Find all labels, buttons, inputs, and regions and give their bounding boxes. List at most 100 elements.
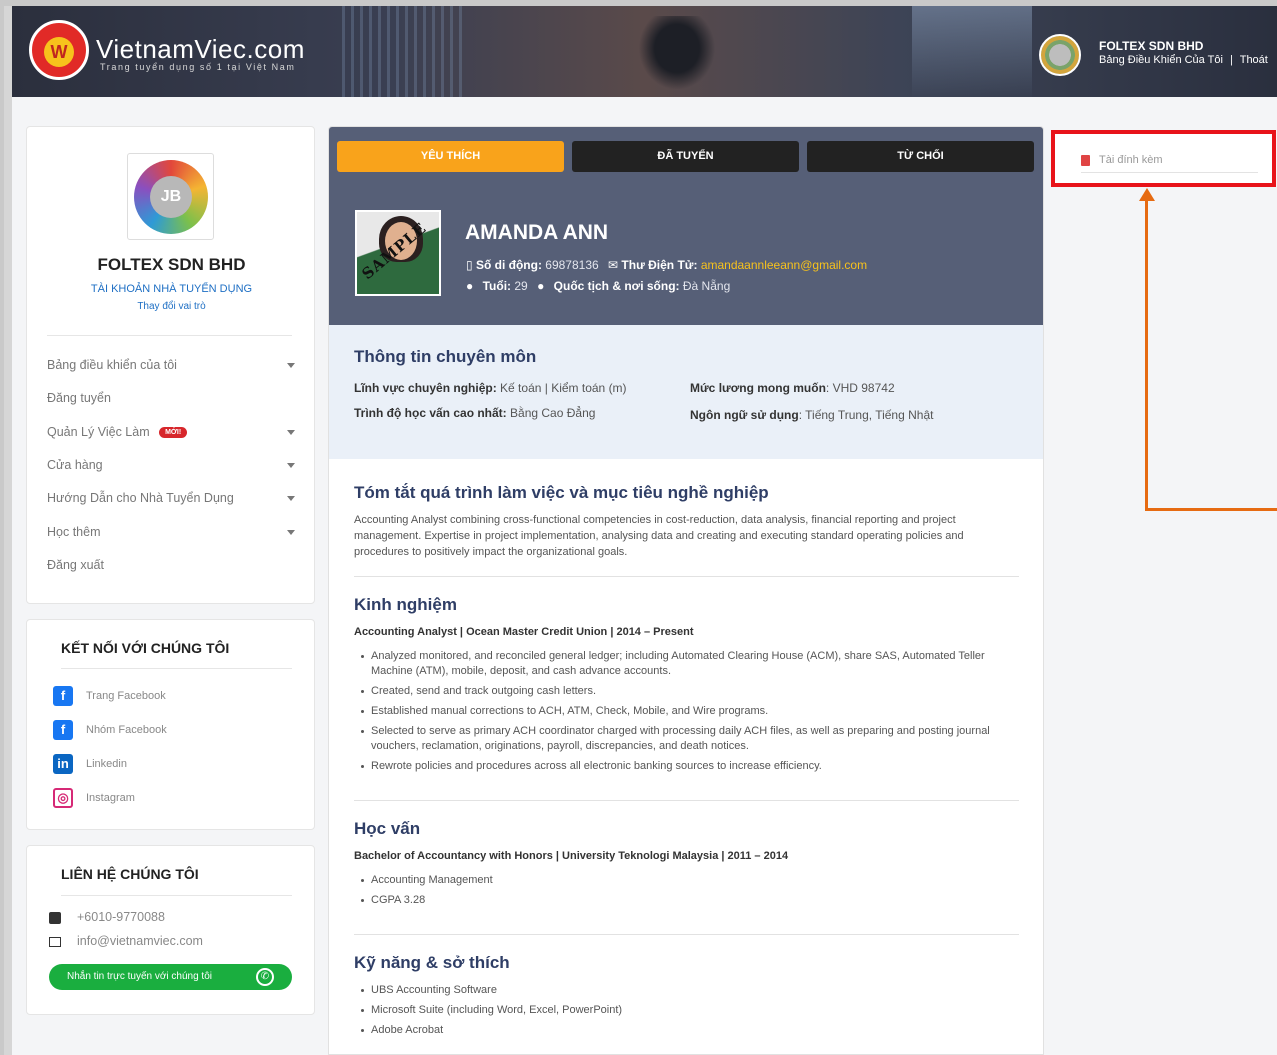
whatsapp-icon: ✆: [256, 968, 274, 986]
annotation-arrow-vertical: [1145, 196, 1148, 511]
facebook-icon: f: [53, 720, 73, 740]
header-banner-tower: [912, 6, 1032, 97]
language-value: : Tiếng Trung, Tiếng Nhật: [798, 408, 934, 422]
candidate-photo: SAMPLE: [355, 210, 441, 296]
nationality-label: Quốc tịch & nơi sống:: [553, 279, 680, 293]
divider: [1081, 172, 1258, 173]
facebook-icon: f: [53, 686, 73, 706]
education-title: Học vấn: [354, 819, 421, 838]
candidate-name: AMANDA ANN: [465, 221, 609, 244]
contact-phone: +6010-9770088: [49, 910, 165, 924]
list-item: UBS Accounting Software: [361, 983, 1021, 998]
annotation-arrow-horizontal: [1145, 508, 1277, 511]
language-label: Ngôn ngữ sử dụng: [690, 408, 799, 422]
header-banner-building: [342, 6, 462, 97]
social-label: Nhóm Facebook: [86, 724, 167, 736]
education-list: Accounting Management CGPA 3.28: [361, 873, 1021, 913]
envelope-icon: ✉: [608, 258, 619, 272]
header-separator: |: [1230, 54, 1233, 66]
menu-item-label: Học thêm: [47, 525, 101, 539]
change-role-link[interactable]: Thay đổi vai trò: [27, 301, 316, 312]
salary-label: Mức lương mong muốn: [690, 381, 826, 395]
list-item: Created, send and track outgoing cash le…: [361, 684, 1021, 699]
logout-link[interactable]: Thoát: [1240, 54, 1268, 66]
divider: [354, 934, 1019, 935]
section-title: Thông tin chuyên môn: [354, 347, 537, 366]
online-chat-button[interactable]: Nhắn tin trực tuyến với chúng tôi ✆: [49, 964, 292, 990]
new-badge: MỚI!: [159, 427, 188, 439]
tab-rejected[interactable]: TỪ CHỐI: [807, 141, 1034, 172]
candidate-header: YÊU THÍCH ĐÃ TUYỂN TỪ CHỐI SAMPLE AMANDA…: [329, 127, 1043, 325]
tab-hired[interactable]: ĐÃ TUYỂN: [572, 141, 799, 172]
contact-title: LIÊN HỆ CHÚNG TÔI: [61, 866, 199, 882]
education-level: Trình độ học vấn cao nhất: Bằng Cao Đẳng: [354, 406, 595, 420]
chevron-down-icon[interactable]: [287, 463, 295, 468]
email-address[interactable]: info@vietnamviec.com: [77, 934, 203, 948]
education-label: Trình độ học vấn cao nhất:: [354, 406, 507, 420]
languages: Ngôn ngữ sử dụng: Tiếng Trung, Tiếng Nhậ…: [690, 408, 933, 422]
experience-title: Kinh nghiệm: [354, 595, 457, 614]
site-logo-icon[interactable]: W: [29, 20, 89, 80]
site-logo-text[interactable]: VietnamViec.com: [96, 34, 305, 65]
candidate-contact-line: ▯ Số di động: 69878136 ✉ Thư Điện Tử: am…: [466, 258, 867, 272]
list-item: Microsoft Suite (including Word, Excel, …: [361, 1003, 1021, 1018]
header-banner-statue: [632, 16, 722, 97]
company-name: FOLTEX SDN BHD: [97, 255, 246, 274]
phone-label: Số di động:: [475, 258, 542, 272]
menu-item-label: Đăng xuất: [47, 558, 104, 572]
chevron-down-icon[interactable]: [287, 496, 295, 501]
professional-info-section: Thông tin chuyên môn Lĩnh vực chuyên ngh…: [329, 325, 1043, 459]
chevron-down-icon[interactable]: [287, 430, 295, 435]
tab-favorite[interactable]: YÊU THÍCH: [337, 141, 564, 172]
divider: [354, 576, 1019, 577]
job-title: Accounting Analyst | Ocean Master Credit…: [354, 626, 694, 638]
summary-title: Tóm tắt quá trình làm việc và mục tiêu n…: [354, 483, 769, 502]
field-label: Lĩnh vực chuyên nghiệp:: [354, 381, 497, 395]
header-links: Bảng Điều Khiển Của Tôi | Thoát: [1099, 54, 1268, 66]
candidate-info-line: ● Tuổi: 29 ● Quốc tịch & nơi sống: Đà Nẵ…: [466, 279, 730, 293]
divider: [61, 668, 292, 669]
linkedin-icon: in: [53, 754, 73, 774]
menu-item-logout[interactable]: Đăng xuất: [47, 558, 295, 572]
account-type-link[interactable]: TÀI KHOẢN NHÀ TUYỂN DỤNG: [27, 283, 316, 295]
list-item: CGPA 3.28: [361, 893, 1021, 908]
list-item: Adobe Acrobat: [361, 1023, 1021, 1038]
expected-salary: Mức lương mong muốn: VHD 98742: [690, 381, 895, 395]
social-label: Trang Facebook: [86, 690, 166, 702]
chevron-down-icon[interactable]: [287, 530, 295, 535]
menu-item-store[interactable]: Cửa hàng: [47, 458, 295, 472]
contact-email: info@vietnamviec.com: [49, 934, 203, 948]
divider: [354, 800, 1019, 801]
candidate-email[interactable]: amandaannleeann@gmail.com: [701, 258, 867, 272]
divider: [47, 335, 292, 336]
list-item: Selected to serve as primary ACH coordin…: [361, 724, 1021, 754]
chevron-down-icon[interactable]: [287, 363, 295, 368]
list-item: Rewrote policies and procedures across a…: [361, 759, 1021, 774]
email-label: Thư Điện Tử:: [621, 258, 698, 272]
list-item: Analyzed monitored, and reconciled gener…: [361, 649, 1021, 679]
age-label: Tuổi:: [482, 279, 512, 293]
candidate-age: 29: [514, 279, 528, 293]
professional-field: Lĩnh vực chuyên nghiệp: Kế toán | Kiểm t…: [354, 381, 627, 395]
divider: [61, 895, 292, 896]
menu-item-manage-jobs[interactable]: Quản Lý Việc Làm MỚI!: [47, 425, 295, 439]
dashboard-link[interactable]: Bảng Điều Khiển Của Tôi: [1099, 54, 1223, 66]
candidate-cv-panel: YÊU THÍCH ĐÃ TUYỂN TỪ CHỐI SAMPLE AMANDA…: [328, 126, 1044, 1055]
menu-item-label: Quản Lý Việc Làm: [47, 425, 150, 439]
site-logo-tagline: Trang tuyển dụng số 1 tại Việt Nam: [100, 62, 296, 72]
menu-item-label: Đăng tuyển: [47, 391, 111, 405]
experience-list: Analyzed monitored, and reconciled gener…: [361, 649, 1021, 779]
menu-item-dashboard[interactable]: Bảng điều khiển của tôi: [47, 358, 295, 372]
instagram-icon: ◎: [53, 788, 73, 808]
list-item: Established manual corrections to ACH, A…: [361, 704, 1021, 719]
menu-item-learn-more[interactable]: Học thêm: [47, 525, 295, 539]
connect-title: KẾT NỐI VỚI CHÚNG TÔI: [61, 640, 230, 656]
company-avatar[interactable]: [1039, 34, 1081, 76]
menu-item-employer-guide[interactable]: Hướng Dẫn cho Nhà Tuyển Dụng: [47, 491, 295, 505]
summary-text: Accounting Analyst combining cross-funct…: [354, 514, 964, 558]
attachment-link[interactable]: Tài đính kèm: [1081, 154, 1163, 166]
education-value: Bằng Cao Đẳng: [510, 406, 596, 420]
menu-item-post-job[interactable]: Đăng tuyển: [47, 391, 295, 405]
social-label: Instagram: [86, 792, 135, 804]
social-label: Linkedin: [86, 758, 127, 770]
